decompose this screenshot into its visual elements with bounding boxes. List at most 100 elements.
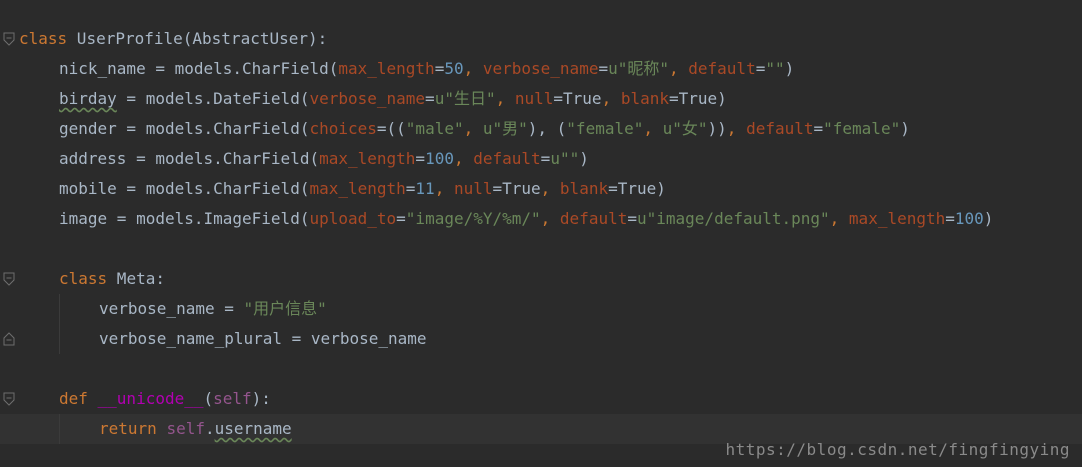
code-token: ) bbox=[983, 209, 994, 228]
code-line[interactable]: image = models.ImageField(upload_to="ima… bbox=[0, 204, 1082, 234]
code-token: , bbox=[434, 179, 454, 198]
code-token: = bbox=[813, 119, 824, 138]
code-token: ( bbox=[203, 389, 214, 408]
code-token: nick_name = models.CharField( bbox=[59, 59, 339, 78]
code-token: default bbox=[746, 119, 814, 138]
code-token: __unicode__ bbox=[97, 389, 204, 408]
code-token: verbose_name = bbox=[99, 299, 244, 318]
code-token: upload_to bbox=[309, 209, 397, 228]
code-token: =True bbox=[492, 179, 541, 198]
code-line[interactable]: gender = models.CharField(choices=(("mal… bbox=[0, 114, 1082, 144]
code-token: , bbox=[453, 149, 474, 168]
code-token: ): bbox=[251, 389, 271, 408]
code-token: )) bbox=[707, 119, 727, 138]
code-token: verbose_name_plural = verbose_name bbox=[99, 329, 427, 348]
code-token: = models.DateField( bbox=[116, 89, 310, 108]
code-token: Meta: bbox=[107, 269, 165, 288]
code-token: u"image/default.png" bbox=[637, 209, 830, 228]
code-line-content: nick_name = models.CharField(max_length=… bbox=[59, 54, 794, 84]
code-token: = bbox=[396, 209, 406, 228]
code-token: default bbox=[688, 59, 756, 78]
code-token: image = models.ImageField( bbox=[59, 209, 310, 228]
code-line[interactable]: nick_name = models.CharField(max_length=… bbox=[0, 54, 1082, 84]
code-token: , bbox=[540, 179, 560, 198]
code-token: "male" bbox=[405, 119, 464, 138]
code-line[interactable]: mobile = models.CharField(max_length=11,… bbox=[0, 174, 1082, 204]
code-token: = bbox=[540, 149, 551, 168]
code-token: "female" bbox=[566, 119, 644, 138]
code-line-content: return self.username bbox=[99, 414, 292, 444]
code-line[interactable]: address = models.CharField(max_length=10… bbox=[0, 144, 1082, 174]
code-line-content: class Meta: bbox=[59, 264, 165, 294]
code-token: u"昵称" bbox=[608, 59, 669, 78]
watermark: https://blog.csdn.net/fingfingying bbox=[725, 440, 1070, 459]
code-token: , bbox=[643, 119, 663, 138]
code-line[interactable]: verbose_name_plural = verbose_name bbox=[0, 324, 1082, 354]
code-token: , bbox=[726, 119, 747, 138]
code-token: gender = models.CharField( bbox=[59, 119, 310, 138]
code-token: = bbox=[598, 59, 609, 78]
code-token: "image/%Y/%m/" bbox=[405, 209, 541, 228]
code-token: default bbox=[559, 209, 628, 228]
code-token: = bbox=[627, 209, 637, 228]
code-token: , bbox=[669, 59, 689, 78]
code-token: = bbox=[405, 179, 416, 198]
code-token: blank bbox=[559, 179, 609, 198]
code-line[interactable]: class Meta: bbox=[0, 264, 1082, 294]
code-line-content: class UserProfile(AbstractUser): bbox=[19, 24, 327, 54]
code-token: , bbox=[463, 59, 483, 78]
code-line[interactable]: class UserProfile(AbstractUser): bbox=[0, 24, 1082, 54]
code-token: verbose_name bbox=[482, 59, 599, 78]
code-token: , bbox=[495, 89, 515, 108]
code-line[interactable]: verbose_name = "用户信息" bbox=[0, 294, 1082, 324]
code-token: 50 bbox=[444, 59, 464, 78]
indent-guide bbox=[59, 414, 60, 444]
code-token: class bbox=[19, 29, 68, 48]
code-token: self bbox=[166, 419, 205, 438]
code-token: 100 bbox=[954, 209, 984, 228]
indent-guide bbox=[59, 324, 60, 354]
code-token: null bbox=[453, 179, 493, 198]
code-token: birday bbox=[59, 89, 117, 108]
code-token: = bbox=[945, 209, 955, 228]
code-token: u"女" bbox=[662, 119, 708, 138]
code-line-content: gender = models.CharField(choices=(("mal… bbox=[59, 114, 910, 144]
code-token: u"生日" bbox=[434, 89, 496, 108]
code-token: class bbox=[59, 269, 108, 288]
code-token: verbose_name bbox=[309, 89, 426, 108]
code-line-content: verbose_name_plural = verbose_name bbox=[99, 324, 427, 354]
code-token: ) bbox=[579, 149, 589, 168]
code-token: . bbox=[204, 419, 215, 438]
code-token: = bbox=[415, 149, 426, 168]
code-area[interactable]: class UserProfile(AbstractUser): nick_nam… bbox=[0, 24, 1082, 444]
code-token: def bbox=[59, 389, 98, 408]
code-token: =True) bbox=[608, 179, 666, 198]
code-line-content: def __unicode__(self): bbox=[59, 384, 271, 414]
code-token: ), ( bbox=[527, 119, 567, 138]
code-line-content: verbose_name = "用户信息" bbox=[99, 294, 327, 324]
code-line[interactable] bbox=[0, 234, 1082, 264]
code-line-content: image = models.ImageField(upload_to="ima… bbox=[59, 204, 993, 234]
code-token: , bbox=[601, 89, 621, 108]
code-line-content: birday = models.DateField(verbose_name=u… bbox=[59, 84, 727, 114]
code-token: 100 bbox=[425, 149, 454, 168]
code-token: mobile = models.CharField( bbox=[59, 179, 310, 198]
code-line[interactable] bbox=[0, 354, 1082, 384]
code-editor[interactable]: class UserProfile(AbstractUser): nick_nam… bbox=[0, 0, 1082, 467]
code-token: , bbox=[540, 209, 560, 228]
code-token: blank bbox=[620, 89, 669, 108]
code-token: =True bbox=[553, 89, 602, 108]
code-token: , bbox=[463, 119, 483, 138]
code-token: max_length bbox=[309, 179, 406, 198]
code-token: self bbox=[213, 389, 252, 408]
code-token: max_length bbox=[848, 209, 946, 228]
code-token: max_length bbox=[319, 149, 416, 168]
code-token: null bbox=[514, 89, 554, 108]
code-token: u"男" bbox=[482, 119, 528, 138]
code-token: choices bbox=[309, 119, 377, 138]
code-token: "female" bbox=[823, 119, 901, 138]
code-line-content: address = models.CharField(max_length=10… bbox=[59, 144, 589, 174]
code-line[interactable]: birday = models.DateField(verbose_name=u… bbox=[0, 84, 1082, 114]
indent-guide bbox=[59, 294, 60, 324]
code-line[interactable]: def __unicode__(self): bbox=[0, 384, 1082, 414]
